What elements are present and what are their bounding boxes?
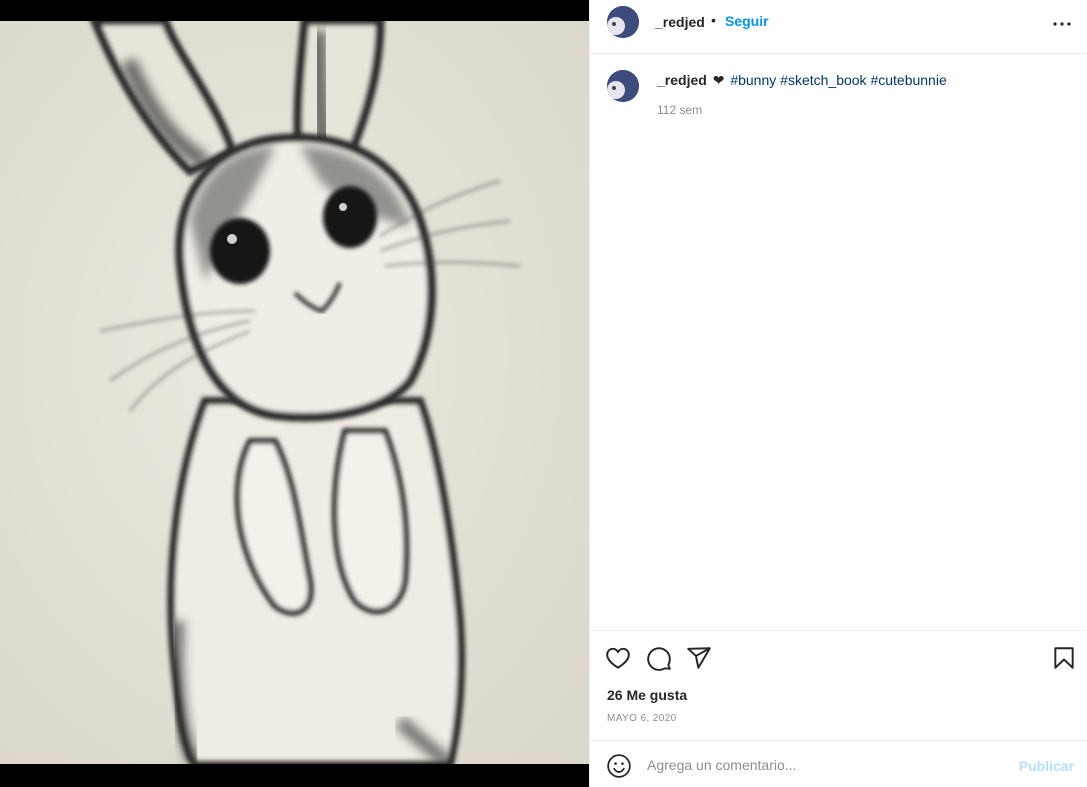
- likes-count[interactable]: 26 Me gusta: [607, 687, 687, 703]
- post-header: _redjed • Seguir: [590, 0, 1087, 54]
- post-date[interactable]: MAYO 6, 2020: [607, 713, 677, 724]
- bookmark-icon[interactable]: [1051, 645, 1077, 671]
- header-separator: •: [711, 12, 716, 28]
- avatar[interactable]: [607, 70, 639, 102]
- more-options-icon[interactable]: [1050, 12, 1074, 36]
- comment-bar: Publicar: [590, 740, 1087, 787]
- hashtag-link[interactable]: #bunny: [730, 72, 776, 88]
- caption: _redjed ❤ #bunny #sketch_book #cutebunni…: [657, 71, 947, 89]
- follow-button[interactable]: Seguir: [725, 13, 769, 29]
- publish-button[interactable]: Publicar: [1019, 758, 1074, 774]
- emoji-icon[interactable]: [606, 753, 632, 779]
- comment-icon[interactable]: [646, 645, 672, 671]
- bunny-sketch-image: [0, 21, 589, 764]
- caption-timestamp[interactable]: 112 sem: [657, 103, 702, 117]
- comment-input[interactable]: [647, 754, 1007, 776]
- header-username[interactable]: _redjed: [655, 14, 705, 30]
- heart-icon[interactable]: [605, 645, 631, 671]
- action-bar: 26 Me gusta MAYO 6, 2020: [590, 630, 1087, 740]
- caption-username[interactable]: _redjed: [657, 72, 707, 88]
- post-dialog: _redjed • Seguir _redjed ❤ #bunny #sketc…: [0, 0, 1087, 787]
- hashtag-link[interactable]: #sketch_book: [780, 72, 866, 88]
- post-side-panel: _redjed • Seguir _redjed ❤ #bunny #sketc…: [589, 0, 1087, 787]
- heart-emoji: ❤: [712, 72, 725, 88]
- avatar[interactable]: [607, 6, 639, 38]
- hashtag-link[interactable]: #cutebunnie: [870, 72, 946, 88]
- paper-plane-icon[interactable]: [686, 645, 712, 671]
- caption-area: _redjed ❤ #bunny #sketch_book #cutebunni…: [590, 55, 1087, 630]
- post-media[interactable]: [0, 0, 589, 787]
